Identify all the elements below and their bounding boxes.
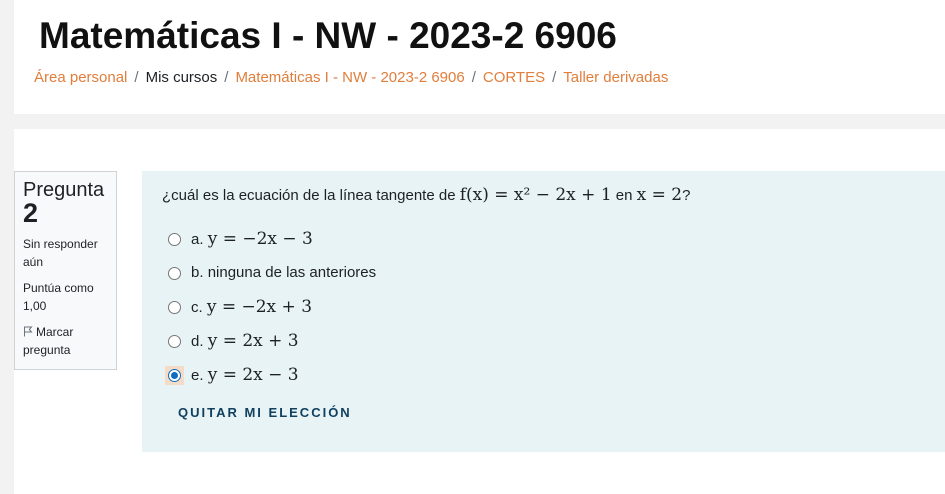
breadcrumb-separator: / bbox=[552, 69, 557, 86]
answer-radio-e[interactable] bbox=[168, 369, 181, 382]
clear-choice-button[interactable]: QUITAR MI ELECCIÓN bbox=[178, 405, 352, 420]
flag-outline-icon bbox=[24, 326, 33, 337]
answer-text: ninguna de las anteriores bbox=[207, 264, 377, 281]
breadcrumb-separator: / bbox=[471, 69, 476, 86]
question-point-math: x = 2 bbox=[636, 185, 683, 205]
page-title: Matemáticas I - NW - 2023-2 6906 bbox=[39, 15, 617, 56]
answer-label-a: a. y = −2x − 3 bbox=[191, 227, 313, 252]
breadcrumb: Área personal / Mis cursos / Matemáticas I -… bbox=[34, 69, 668, 87]
answer-math: y = −2x + 3 bbox=[206, 297, 313, 317]
question-number: 2 bbox=[23, 198, 39, 228]
answer-letter: b. bbox=[191, 264, 204, 281]
question-label: Pregunta bbox=[23, 179, 105, 201]
answer-letter: c. bbox=[191, 299, 203, 316]
answer-letter: d. bbox=[191, 333, 204, 350]
answer-radio-c[interactable] bbox=[168, 301, 181, 314]
page-header: Matemáticas I - NW - 2023-2 6906 Área pe… bbox=[14, 0, 945, 114]
question-info-panel: Pregunta 2 Sin responder aún Puntúa como… bbox=[14, 171, 117, 370]
answer-radio-b[interactable] bbox=[168, 267, 181, 280]
answer-label-e: e. y = 2x − 3 bbox=[191, 363, 299, 388]
breadcrumb-item-area-personal[interactable]: Área personal bbox=[34, 69, 127, 86]
question-text-before: ¿cuál es la ecuación de la línea tangent… bbox=[162, 187, 460, 204]
quiz-region: Pregunta 2 Sin responder aún Puntúa como… bbox=[14, 129, 945, 494]
answer-math: y = 2x + 3 bbox=[207, 331, 299, 351]
answer-letter: e. bbox=[191, 367, 204, 384]
breadcrumb-separator: / bbox=[224, 69, 229, 86]
question-grade: Puntúa como 1,00 bbox=[23, 281, 94, 313]
answer-math: y = 2x − 3 bbox=[207, 365, 299, 385]
breadcrumb-item-course[interactable]: Matemáticas I - NW - 2023-2 6906 bbox=[235, 69, 464, 86]
question-formulation: ¿cuál es la ecuación de la línea tangent… bbox=[142, 171, 945, 452]
question-text-middle: en bbox=[611, 187, 637, 204]
answer-label-d: d. y = 2x + 3 bbox=[191, 329, 299, 354]
question-function-math: f(x) = x² − 2x + 1 bbox=[459, 185, 612, 205]
answer-math: y = −2x − 3 bbox=[207, 229, 313, 249]
breadcrumb-item-cortes[interactable]: CORTES bbox=[483, 69, 545, 86]
answer-radio-d[interactable] bbox=[168, 335, 181, 348]
answer-letter: a. bbox=[191, 231, 204, 248]
breadcrumb-separator: / bbox=[134, 69, 139, 86]
answer-radio-a[interactable] bbox=[168, 233, 181, 246]
flag-question-button[interactable]: Marcar pregunta bbox=[23, 323, 108, 359]
question-state: Sin responder aún bbox=[23, 237, 98, 269]
breadcrumb-item-taller-derivadas[interactable]: Taller derivadas bbox=[563, 69, 668, 86]
question-text: ¿cuál es la ecuación de la línea tangent… bbox=[162, 184, 690, 207]
answer-label-b: b. ninguna de las anteriores bbox=[191, 261, 376, 285]
question-text-after: ? bbox=[682, 187, 691, 204]
answer-label-c: c. y = −2x + 3 bbox=[191, 295, 312, 320]
breadcrumb-item-mis-cursos: Mis cursos bbox=[145, 69, 218, 86]
